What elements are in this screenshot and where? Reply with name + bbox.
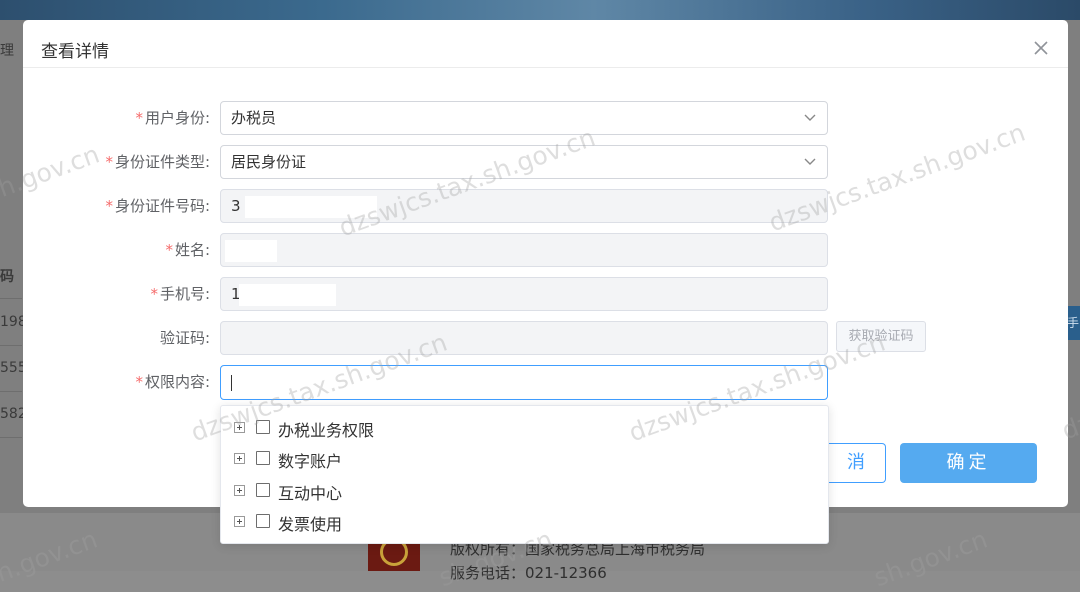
- expand-plus-icon[interactable]: [234, 485, 245, 496]
- bg-table-divider: [0, 391, 22, 392]
- tree-node-tax-business[interactable]: 办税业务权限: [221, 413, 828, 443]
- permissions-select-input[interactable]: [220, 365, 828, 400]
- bg-action-button: 手: [1066, 306, 1080, 340]
- user-identity-select[interactable]: 办税员: [220, 101, 828, 135]
- tree-node-interaction-center[interactable]: 互动中心: [221, 476, 828, 506]
- chevron-down-icon: [803, 102, 817, 134]
- expand-plus-icon[interactable]: [234, 516, 245, 527]
- tree-node-label: 发票使用: [278, 515, 343, 534]
- verification-code-input[interactable]: [220, 321, 828, 355]
- redaction-mask: [245, 196, 377, 218]
- dialog-title: 查看详情: [41, 42, 109, 62]
- close-icon[interactable]: [1031, 38, 1051, 58]
- footer-phone: 服务电话：021-12366: [450, 564, 607, 582]
- tree-checkbox[interactable]: [256, 483, 270, 497]
- bg-column-header: 码: [0, 269, 14, 285]
- permissions-label: * 权限内容:: [135, 373, 210, 391]
- user-identity-label: * 用户身份:: [135, 109, 210, 127]
- id-type-label: * 身份证件类型:: [105, 153, 210, 171]
- get-verification-code-button[interactable]: 获取验证码: [836, 321, 926, 352]
- chevron-down-icon: [803, 146, 817, 178]
- tree-node-invoice-usage[interactable]: 发票使用: [221, 507, 828, 537]
- id-type-value: 居民身份证: [231, 153, 307, 171]
- verification-code-label: 验证码:: [159, 329, 210, 347]
- permission-tree-dropdown: 办税业务权限 数字账户 互动中心 发票使用: [220, 405, 829, 544]
- confirm-button[interactable]: 确定: [900, 443, 1037, 483]
- name-field: [220, 233, 828, 267]
- tree-node-label: 数字账户: [278, 452, 343, 471]
- phone-label: * 手机号:: [150, 285, 210, 303]
- phone-field: 1: [220, 277, 828, 311]
- user-identity-value: 办税员: [231, 109, 277, 127]
- tree-checkbox[interactable]: [256, 420, 270, 434]
- bg-table-divider: [0, 298, 22, 299]
- name-label: * 姓名:: [165, 241, 210, 259]
- id-number-value: 3: [231, 197, 241, 215]
- redaction-mask: [239, 284, 336, 306]
- id-type-select[interactable]: 居民身份证: [220, 145, 828, 179]
- tree-checkbox[interactable]: [256, 451, 270, 465]
- id-number-field: 3: [220, 189, 828, 223]
- bg-table-divider: [0, 437, 22, 438]
- text-caret: [231, 374, 232, 391]
- tree-checkbox[interactable]: [256, 514, 270, 528]
- expand-plus-icon[interactable]: [234, 453, 245, 464]
- bg-table-divider: [0, 345, 22, 346]
- bg-nav-text: 理: [0, 43, 14, 59]
- tree-node-label: 互动中心: [278, 484, 343, 503]
- dialog-header: 查看详情: [23, 20, 1068, 68]
- cancel-button-label: 消: [847, 452, 865, 473]
- tree-node-label: 办税业务权限: [278, 421, 375, 440]
- redaction-mask: [225, 240, 277, 262]
- expand-plus-icon[interactable]: [234, 422, 245, 433]
- header-banner: [0, 0, 1080, 20]
- id-number-label: * 身份证件号码:: [105, 197, 210, 215]
- tree-node-digital-account[interactable]: 数字账户: [221, 444, 828, 474]
